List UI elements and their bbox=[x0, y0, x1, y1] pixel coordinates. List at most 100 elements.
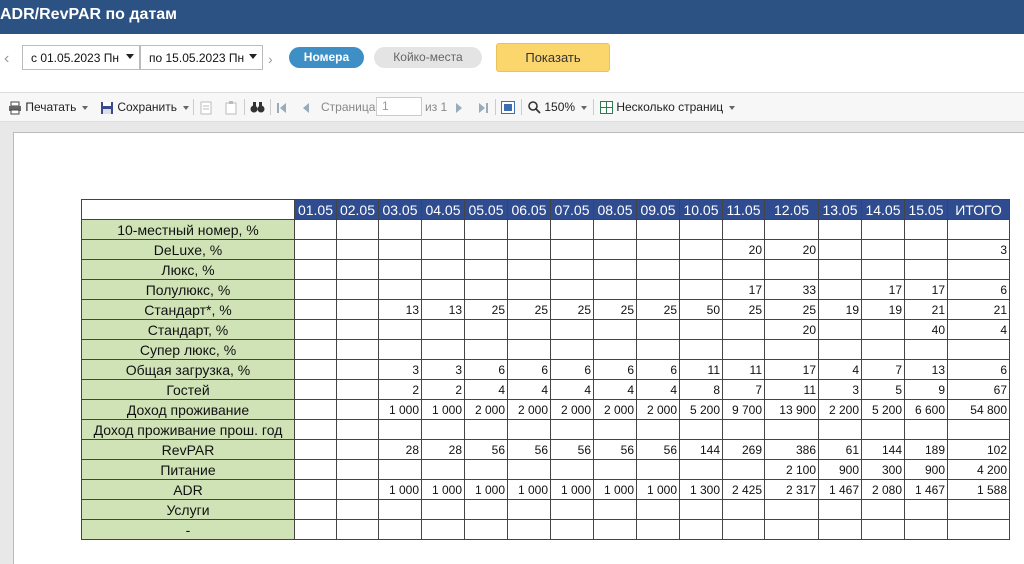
table-cell: 28 bbox=[421, 439, 465, 460]
table-cell: 6 bbox=[593, 359, 637, 380]
last-page-icon[interactable] bbox=[478, 93, 488, 121]
adr-revpar-table: 01.05 02.05 03.05 04.05 05.05 06.05 07.05 08.05… bbox=[81, 199, 1010, 540]
mode-beds-toggle[interactable]: Койко-места bbox=[374, 47, 482, 68]
table-cell bbox=[336, 279, 379, 300]
table-cell: 1 000 bbox=[636, 479, 680, 500]
binoculars-icon[interactable] bbox=[250, 93, 265, 121]
print-button[interactable]: Печатать bbox=[8, 93, 89, 121]
table-cell bbox=[336, 499, 379, 520]
table-cell bbox=[550, 319, 594, 340]
page-view-icon[interactable] bbox=[501, 93, 515, 121]
table-cell: 25 bbox=[764, 299, 819, 320]
table-cell bbox=[636, 499, 680, 520]
caret-down-icon bbox=[82, 105, 89, 110]
table-cell: 8 bbox=[679, 379, 723, 400]
table-cell: 2 000 bbox=[593, 399, 637, 420]
table-cell: 144 bbox=[679, 439, 723, 460]
table-cell bbox=[679, 519, 723, 540]
date-to-value: по 15.05.2023 Пн bbox=[149, 51, 245, 65]
table-cell: 4 200 bbox=[947, 459, 1010, 480]
table-row: - bbox=[81, 519, 1010, 540]
table-cell bbox=[764, 519, 819, 540]
first-page-icon[interactable] bbox=[277, 93, 287, 121]
table-cell: 900 bbox=[818, 459, 862, 480]
table-cell bbox=[636, 259, 680, 280]
table-cell bbox=[764, 259, 819, 280]
table-cell bbox=[722, 259, 765, 280]
clipboard-icon[interactable] bbox=[225, 93, 237, 121]
next-page-icon[interactable] bbox=[455, 93, 463, 121]
zoom-select[interactable]: 150% bbox=[528, 93, 588, 121]
table-cell bbox=[947, 499, 1010, 520]
multi-page-select[interactable]: Несколько страниц bbox=[600, 93, 736, 121]
table-cell bbox=[336, 439, 379, 460]
table-row: Стандарт, % 20 40 4 bbox=[81, 319, 1010, 340]
table-cell bbox=[593, 499, 637, 520]
column-header: 09.05 bbox=[636, 199, 680, 220]
prev-page-icon[interactable] bbox=[302, 93, 310, 121]
show-button[interactable]: Показать bbox=[496, 43, 610, 72]
table-cell bbox=[764, 219, 819, 240]
table-cell: 50 bbox=[679, 299, 723, 320]
column-header: 03.05 bbox=[378, 199, 422, 220]
table-cell bbox=[294, 519, 337, 540]
table-cell: 56 bbox=[464, 439, 508, 460]
table-cell bbox=[593, 519, 637, 540]
page-number-input[interactable]: 1 bbox=[376, 97, 422, 116]
table-cell: 1 000 bbox=[421, 399, 465, 420]
chevron-right-icon[interactable]: › bbox=[268, 51, 273, 67]
table-cell bbox=[593, 239, 637, 260]
table-cell: 7 bbox=[861, 359, 905, 380]
table-row: Гостей 2 2 4 4 4 4 4 8 7 11 3 5 9 67 bbox=[81, 379, 1010, 400]
table-cell: 4 bbox=[636, 379, 680, 400]
table-cell bbox=[764, 499, 819, 520]
table-cell bbox=[904, 239, 948, 260]
table-cell bbox=[818, 339, 862, 360]
table-cell: 25 bbox=[507, 299, 551, 320]
table-cell: 9 bbox=[904, 379, 948, 400]
row-label: Гостей bbox=[81, 379, 295, 400]
table-cell bbox=[464, 419, 508, 440]
document-icon[interactable] bbox=[200, 93, 212, 121]
table-cell bbox=[550, 279, 594, 300]
table-cell bbox=[294, 359, 337, 380]
table-cell bbox=[947, 419, 1010, 440]
title-bar: ADR/RevPAR по датам bbox=[0, 0, 1024, 34]
table-cell bbox=[421, 279, 465, 300]
table-cell bbox=[904, 259, 948, 280]
date-to-select[interactable]: по 15.05.2023 Пн bbox=[140, 45, 263, 70]
table-cell bbox=[507, 319, 551, 340]
table-cell bbox=[593, 279, 637, 300]
print-label: Печатать bbox=[25, 100, 77, 114]
table-cell bbox=[636, 419, 680, 440]
table-cell bbox=[818, 319, 862, 340]
table-cell: 21 bbox=[947, 299, 1010, 320]
save-button[interactable]: Сохранить bbox=[100, 93, 189, 121]
table-cell bbox=[336, 519, 379, 540]
table-cell: 3 bbox=[818, 379, 862, 400]
chevron-left-icon[interactable]: ‹ bbox=[4, 51, 16, 67]
table-cell bbox=[550, 219, 594, 240]
table-cell bbox=[818, 279, 862, 300]
table-cell bbox=[636, 279, 680, 300]
floppy-disk-icon bbox=[101, 101, 113, 114]
row-label: Стандарт, % bbox=[81, 319, 295, 340]
table-cell bbox=[294, 459, 337, 480]
column-header: 02.05 bbox=[336, 199, 379, 220]
table-cell bbox=[679, 259, 723, 280]
table-cell bbox=[464, 339, 508, 360]
page-label: Страница bbox=[321, 100, 376, 114]
table-cell bbox=[294, 319, 337, 340]
report-viewer[interactable]: 01.05 02.05 03.05 04.05 05.05 06.05 07.05 08.05… bbox=[0, 122, 1024, 564]
table-cell: 20 bbox=[764, 319, 819, 340]
table-cell bbox=[947, 259, 1010, 280]
table-cell bbox=[550, 339, 594, 360]
mode-rooms-toggle[interactable]: Номера bbox=[289, 47, 364, 68]
table-cell: 102 bbox=[947, 439, 1010, 460]
table-cell: 4 bbox=[550, 379, 594, 400]
table-cell: 144 bbox=[861, 439, 905, 460]
table-cell: 2 bbox=[378, 379, 422, 400]
date-from-select[interactable]: с 01.05.2023 Пн bbox=[22, 45, 140, 70]
table-cell: 11 bbox=[679, 359, 723, 380]
table-cell: 386 bbox=[764, 439, 819, 460]
